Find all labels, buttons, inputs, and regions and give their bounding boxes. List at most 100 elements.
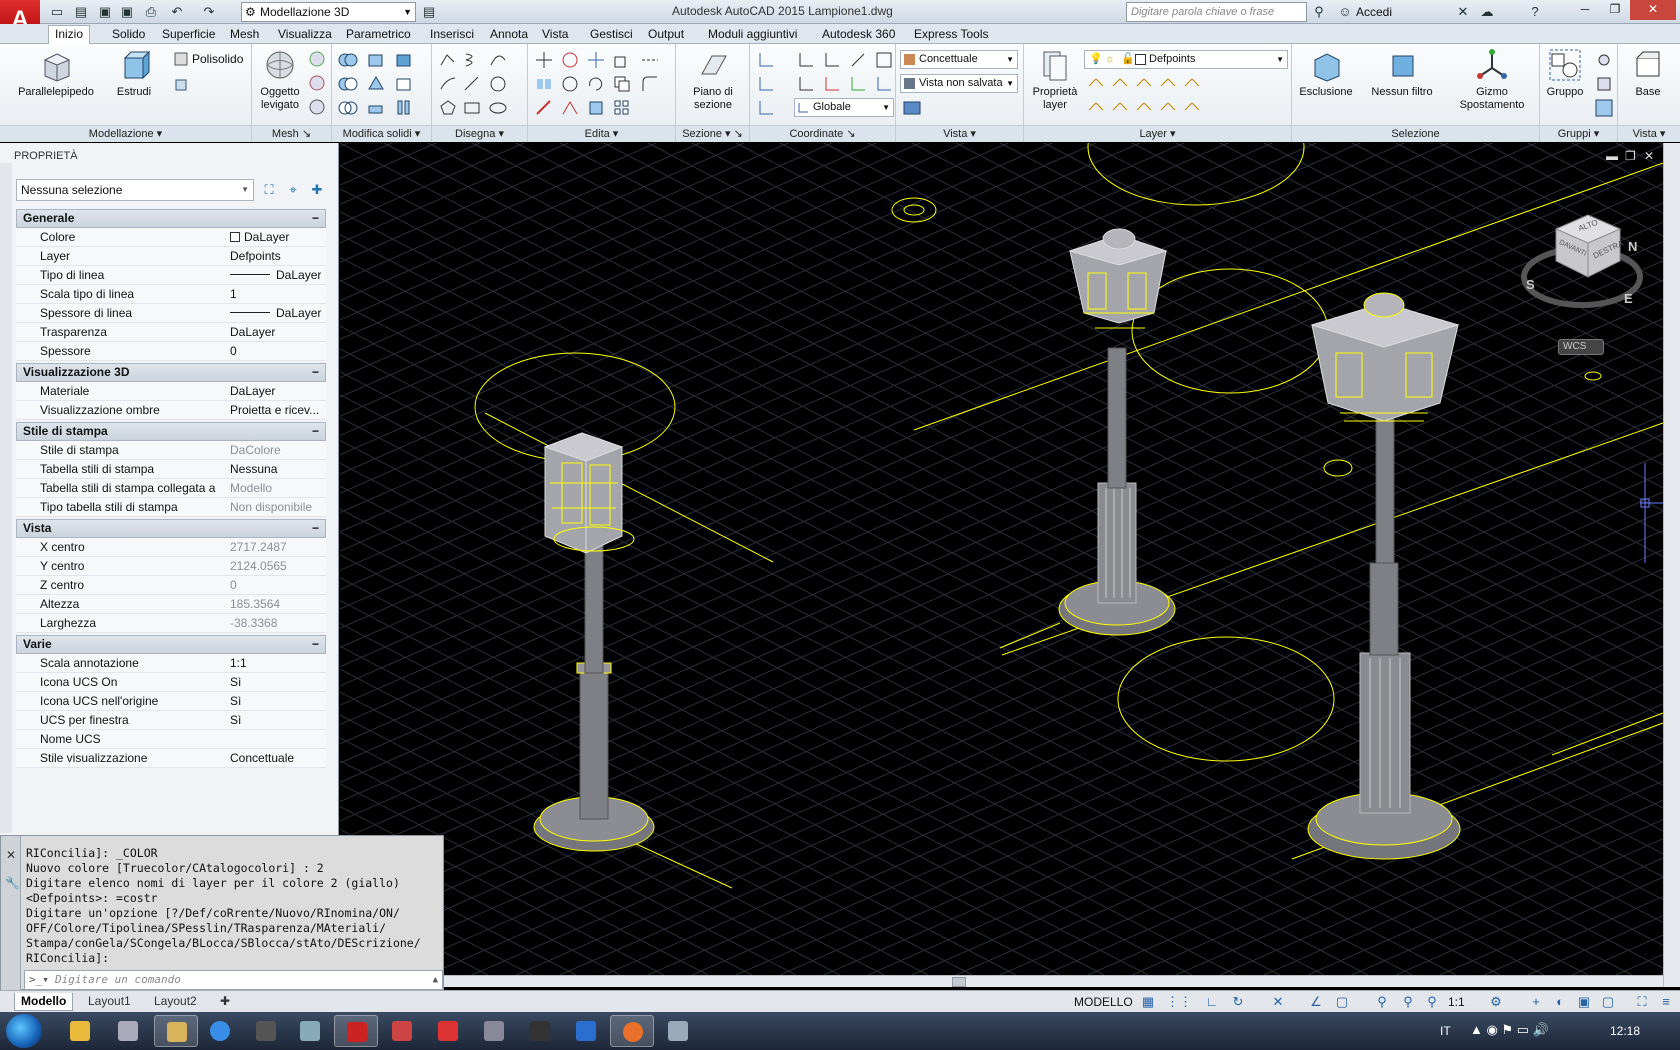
ucs-object-icon[interactable] (796, 74, 816, 94)
copy-icon[interactable] (612, 74, 632, 94)
property-row[interactable]: Colore DaLayer (16, 228, 326, 247)
clean-screen-icon[interactable]: ▢ (1600, 994, 1616, 1010)
property-value[interactable]: DaLayer (230, 323, 326, 341)
collapse-icon[interactable]: − (312, 364, 319, 381)
taskbar-app-1[interactable] (58, 1015, 102, 1047)
restore-button[interactable]: ❐ (1600, 0, 1630, 20)
save-as-icon[interactable]: ▣ (118, 3, 136, 21)
start-button[interactable] (6, 1014, 42, 1048)
horizontal-scrollbar[interactable] (442, 975, 1663, 987)
taskbar-firefox[interactable] (610, 1015, 654, 1047)
command-input[interactable]: >_▾ Digitare un comando ▲ (24, 970, 443, 990)
property-row[interactable]: Icona UCS nell'origine Sì (16, 692, 326, 711)
panel-title-modellazione[interactable]: Modellazione ▾ (0, 125, 251, 142)
plus-icon[interactable]: + (1528, 994, 1544, 1010)
exchange-icon[interactable]: ✕ (1454, 3, 1472, 21)
taskbar-app-8[interactable] (380, 1015, 424, 1047)
line-icon[interactable] (462, 74, 482, 94)
tab-express-tools[interactable]: Express Tools (908, 26, 994, 44)
osnap-icon[interactable]: ▢ (1334, 994, 1350, 1010)
gizmo-button[interactable]: Gizmo Spostamento (1448, 48, 1536, 112)
viewport-minimize-button[interactable]: ▬ (1606, 149, 1618, 163)
taskbar-app-5[interactable] (244, 1015, 288, 1047)
wcs-menu[interactable]: WCS (1558, 339, 1604, 355)
stretch-icon[interactable] (586, 98, 606, 118)
selection-combo[interactable]: Nessuna selezione ▼ (16, 179, 254, 201)
solid-edit-icon-3[interactable] (366, 74, 386, 94)
category-generale[interactable]: Generale − (16, 209, 326, 228)
property-row[interactable]: Icona UCS On Sì (16, 673, 326, 692)
fullscreen-icon[interactable]: ⛶ (1634, 994, 1650, 1010)
tab-inizio[interactable]: Inizio (48, 25, 91, 45)
property-row[interactable]: Tipo tabella stili di stampa Non disponib… (16, 498, 326, 517)
signin-button[interactable]: Accedi (1356, 5, 1392, 19)
solid-edit-icon-6[interactable] (394, 98, 414, 118)
workspace-gear-icon[interactable]: ⚙ (1488, 994, 1504, 1010)
intersect-icon[interactable] (338, 98, 358, 118)
property-value[interactable]: 1:1 (230, 654, 326, 672)
property-row[interactable]: Scala annotazione 1:1 (16, 654, 326, 673)
vertical-scrollbar[interactable] (1663, 143, 1680, 987)
layer-tool-icon-8[interactable] (1134, 98, 1154, 118)
isolate-icon[interactable]: ◐ (1552, 994, 1568, 1010)
category-varie[interactable]: Varie − (16, 635, 326, 654)
taskbar-autocad[interactable] (334, 1015, 378, 1047)
osnap-tracking-icon[interactable]: ∠ (1308, 994, 1324, 1010)
workspace-switch-icon[interactable]: ▤ (420, 3, 438, 21)
property-row[interactable]: X centro 2717.2487 (16, 538, 326, 557)
property-row[interactable]: Stile visualizzazione Concettuale (16, 749, 326, 768)
spline-icon[interactable] (488, 50, 508, 70)
property-value[interactable]: DaLayer (230, 382, 326, 400)
taskbar-app-11[interactable] (518, 1015, 562, 1047)
property-value[interactable]: DaLayer (230, 228, 326, 246)
mesh-tool-icon-3[interactable] (308, 98, 328, 118)
panel-title-coordinate[interactable]: Coordinate ↘ (750, 125, 895, 142)
group-tool-icon-3[interactable] (1594, 98, 1614, 118)
pickadd-icon[interactable]: ✚ (308, 181, 326, 199)
solid-edit-icon-4[interactable] (394, 74, 414, 94)
3d-rotate-icon[interactable] (560, 50, 580, 70)
undo-icon[interactable]: ↶ (168, 3, 186, 21)
property-value[interactable]: Concettuale (230, 749, 326, 767)
ucs-y-icon[interactable] (848, 74, 868, 94)
solid-edit-icon-2[interactable] (394, 50, 414, 70)
hardware-accel-icon[interactable]: ▣ (1576, 994, 1592, 1010)
ucs-named-icon[interactable] (756, 74, 776, 94)
tab-modello[interactable]: Modello (14, 993, 74, 1011)
viewcube[interactable]: ALTO DAVANTI DESTRA N S E (1520, 199, 1644, 319)
panel-title-modifica-solidi[interactable]: Modifica solidi ▾ (332, 125, 431, 142)
esclusione-button[interactable]: Esclusione (1294, 48, 1358, 99)
property-row[interactable]: Layer Defpoints (16, 247, 326, 266)
piano-sezione-button[interactable]: Piano di sezione (680, 48, 746, 112)
layer-combo[interactable]: 💡 ☼ 🔓 Defpoints ▼ (1084, 50, 1288, 69)
group-tool-icon-1[interactable] (1594, 50, 1614, 70)
ucs-world-icon[interactable] (796, 50, 816, 70)
panel-title-edita[interactable]: Edita ▾ (528, 125, 675, 142)
ucs-zaxis-icon[interactable] (848, 50, 868, 70)
property-value[interactable]: 0 (230, 576, 326, 594)
taskbar-app-6[interactable] (288, 1015, 332, 1047)
taskbar-app-9[interactable] (426, 1015, 470, 1047)
property-row[interactable]: Trasparenza DaLayer (16, 323, 326, 342)
property-value[interactable]: -38.3368 (230, 614, 326, 632)
layer-tool-icon-3[interactable] (1134, 74, 1154, 94)
ucs-manager-icon[interactable] (756, 98, 776, 118)
nessun-filtro-button[interactable]: Nessun filtro (1362, 48, 1442, 99)
viewport-restore-button[interactable]: ❐ (1625, 149, 1636, 163)
search-input[interactable]: Digitare parola chiave o frase (1126, 2, 1307, 22)
curve-icon[interactable] (438, 74, 458, 94)
property-value[interactable]: Sì (230, 711, 326, 729)
model-space-canvas[interactable] (340, 143, 1663, 975)
polisolido-button[interactable]: Polisolido (192, 52, 243, 66)
auto-scale-icon[interactable]: ⚲ (1400, 994, 1416, 1010)
tab-output[interactable]: Output (642, 26, 690, 44)
property-row[interactable]: Visualizzazione ombre Proietta e ricev... (16, 401, 326, 420)
taskbar-ie[interactable] (198, 1015, 242, 1047)
solid-edit-icon-5[interactable] (366, 98, 386, 118)
open-file-icon[interactable]: ▤ (72, 3, 90, 21)
property-value[interactable]: Nessuna (230, 460, 326, 478)
viewport-config-icon[interactable] (902, 98, 922, 118)
plot-icon[interactable]: ⎙ (142, 3, 160, 21)
mesh-tool-icon-1[interactable] (308, 50, 328, 70)
property-row[interactable]: Materiale DaLayer (16, 382, 326, 401)
